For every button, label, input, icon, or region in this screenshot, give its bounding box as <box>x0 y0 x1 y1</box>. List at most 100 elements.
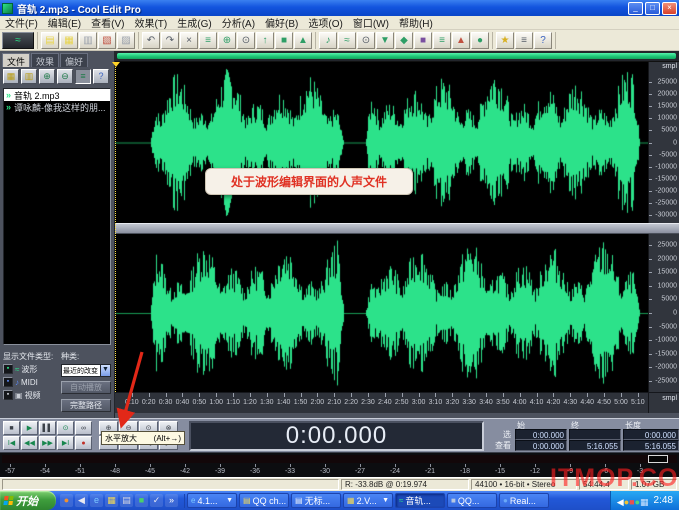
play-button[interactable]: ▶ <box>21 421 38 435</box>
time-value-field[interactable]: 0:00.000 <box>623 429 679 440</box>
pause-button[interactable]: ▌▌ <box>39 421 56 435</box>
organizer-tab[interactable]: 文件 <box>2 53 30 67</box>
taskbar-button[interactable]: ▤QQ ch... <box>239 493 289 508</box>
overflow-chevron-icon[interactable]: » <box>165 494 178 507</box>
effect-amplify-button[interactable]: ♪ <box>319 32 337 49</box>
effect-delay-button[interactable]: ◆ <box>395 32 413 49</box>
taskbar-button[interactable]: e4.1...▼ <box>187 493 237 508</box>
type-checkbox[interactable]: ▪ <box>3 390 13 400</box>
time-value-field[interactable]: 5:16.055 <box>569 440 621 451</box>
type-checkbox[interactable]: ▪ <box>3 364 13 374</box>
effect-reverb-button[interactable]: ■ <box>414 32 432 49</box>
view-toggle-button[interactable]: ≈ <box>2 32 34 49</box>
effect-filter-button[interactable]: ≡ <box>433 32 451 49</box>
go-to-start-button[interactable]: I◀ <box>3 436 20 450</box>
save-as-button[interactable]: ▧ <box>98 32 116 49</box>
taskbar-button[interactable]: ≈音轨... <box>395 493 445 508</box>
cut-button[interactable]: × <box>180 32 198 49</box>
menu-item[interactable]: 生成(G) <box>172 15 216 30</box>
time-value-field[interactable]: 0:00.000 <box>515 440 567 451</box>
volume-icon[interactable]: ◀ <box>75 494 88 507</box>
waveform-channel-left[interactable] <box>115 62 648 223</box>
remove-file-button[interactable]: ⊖ <box>57 69 73 84</box>
time-ruler[interactable]: 0:100:200:300:400:501:001:101:201:301:40… <box>115 392 679 413</box>
help-button[interactable]: ? <box>93 69 109 84</box>
time-value-field[interactable]: 5:16.055 <box>623 440 679 451</box>
type-checkbox[interactable]: ▪ <box>3 377 13 387</box>
start-button[interactable]: 开始 <box>0 491 56 510</box>
media-player-icon[interactable]: ● <box>60 494 73 507</box>
time-display[interactable]: 0:00.000 <box>189 421 484 451</box>
menu-item[interactable]: 编辑(E) <box>43 15 86 30</box>
effect-compress-button[interactable]: ▼ <box>376 32 394 49</box>
menu-item[interactable]: 窗口(W) <box>348 15 394 30</box>
save-file-button[interactable]: ▥ <box>79 32 97 49</box>
waveform-channel-right[interactable] <box>115 234 648 392</box>
time-value-field[interactable]: 0:00.000 <box>515 429 567 440</box>
open-file-button[interactable]: ▦ <box>60 32 78 49</box>
ie-icon[interactable]: e <box>90 494 103 507</box>
chevron-down-icon[interactable]: ▼ <box>382 497 389 504</box>
taskbar-button[interactable]: ■QQ... <box>447 493 497 508</box>
insert-to-multitrack-button[interactable]: ≡ <box>75 69 91 84</box>
undo-button[interactable]: ↶ <box>142 32 160 49</box>
new-file-button[interactable]: ▤ <box>41 32 59 49</box>
paste-button[interactable]: ⊕ <box>218 32 236 49</box>
chevron-down-icon[interactable]: ▼ <box>100 365 110 376</box>
minimize-button[interactable]: _ <box>628 2 643 15</box>
network-icon[interactable]: ▦ <box>640 497 649 507</box>
close-button[interactable]: × <box>662 2 677 15</box>
menu-item[interactable]: 偏好(B) <box>260 15 303 30</box>
close-file-button[interactable]: ▥ <box>21 69 37 84</box>
convert-sample-type-button[interactable]: ▲ <box>294 32 312 49</box>
script-button[interactable]: ≡ <box>515 32 533 49</box>
overview-range-bar[interactable] <box>117 53 676 59</box>
full-path-button[interactable]: 完整路径 <box>61 399 111 412</box>
menu-item[interactable]: 文件(F) <box>0 15 43 30</box>
effect-normalize-button[interactable]: ⊙ <box>357 32 375 49</box>
copy-button[interactable]: ≡ <box>199 32 217 49</box>
record-button[interactable]: ● <box>75 436 92 450</box>
taskbar-button[interactable]: ●Real... <box>499 493 549 508</box>
clip-indicator[interactable] <box>648 455 668 463</box>
effect-envelope-button[interactable]: ≈ <box>338 32 356 49</box>
menu-item[interactable]: 查看(V) <box>86 15 129 30</box>
volume-icon[interactable]: ◀ <box>617 497 624 507</box>
trim-button[interactable]: ↑ <box>256 32 274 49</box>
menu-item[interactable]: 分析(A) <box>217 15 260 30</box>
restore-button[interactable]: □ <box>645 2 660 15</box>
file-properties-button[interactable]: ▨ <box>117 32 135 49</box>
chevron-down-icon[interactable]: ▼ <box>226 497 233 504</box>
file-list-item[interactable]: »音轨 2.mp3 <box>4 89 110 101</box>
amplitude-ruler-left[interactable]: smpl 2500020000150001000050000-5000-1000… <box>648 62 679 223</box>
file-list-item[interactable]: »谭咏麟-像我这样的朋... <box>4 101 110 113</box>
import-file-button[interactable]: ⊕ <box>39 69 55 84</box>
play-looped-button[interactable]: ⊙ <box>57 421 74 435</box>
level-meter-lane[interactable] <box>2 455 677 463</box>
time-value-field[interactable] <box>569 429 621 440</box>
help-button[interactable]: ? <box>534 32 552 49</box>
green-app-icon[interactable]: ■ <box>135 494 148 507</box>
pen-icon[interactable]: ✓ <box>150 494 163 507</box>
organizer-tab[interactable]: 效果 <box>31 53 59 67</box>
redo-button[interactable]: ↷ <box>161 32 179 49</box>
play-to-end-button[interactable]: ∞ <box>75 421 92 435</box>
menu-item[interactable]: 效果(T) <box>129 15 172 30</box>
amplitude-ruler-right[interactable]: 2500020000150001000050000-5000-10000-150… <box>648 234 679 392</box>
organizer-tab[interactable]: 偏好 <box>60 53 88 67</box>
menu-item[interactable]: 选项(O) <box>303 15 347 30</box>
mix-paste-button[interactable]: ⊙ <box>237 32 255 49</box>
menu-item[interactable]: 帮助(H) <box>394 15 438 30</box>
taskbar-button[interactable]: ▤无标... <box>291 493 341 508</box>
taskbar-button[interactable]: ▦2.V...▼ <box>343 493 393 508</box>
favorites-button[interactable]: ★ <box>496 32 514 49</box>
mail-icon[interactable]: ▤ <box>120 494 133 507</box>
stop-button[interactable]: ■ <box>3 421 20 435</box>
effect-stretch-button[interactable]: ▲ <box>452 32 470 49</box>
folder-icon[interactable]: ▦ <box>105 494 118 507</box>
overview-navigation-bar[interactable] <box>115 51 679 62</box>
file-list[interactable]: »音轨 2.mp3»谭咏麟-像我这样的朋... <box>3 88 111 345</box>
effect-noise-reduction-button[interactable]: ● <box>471 32 489 49</box>
autoplay-button[interactable]: 自动播放 <box>61 381 111 394</box>
delete-selection-button[interactable]: ■ <box>275 32 293 49</box>
